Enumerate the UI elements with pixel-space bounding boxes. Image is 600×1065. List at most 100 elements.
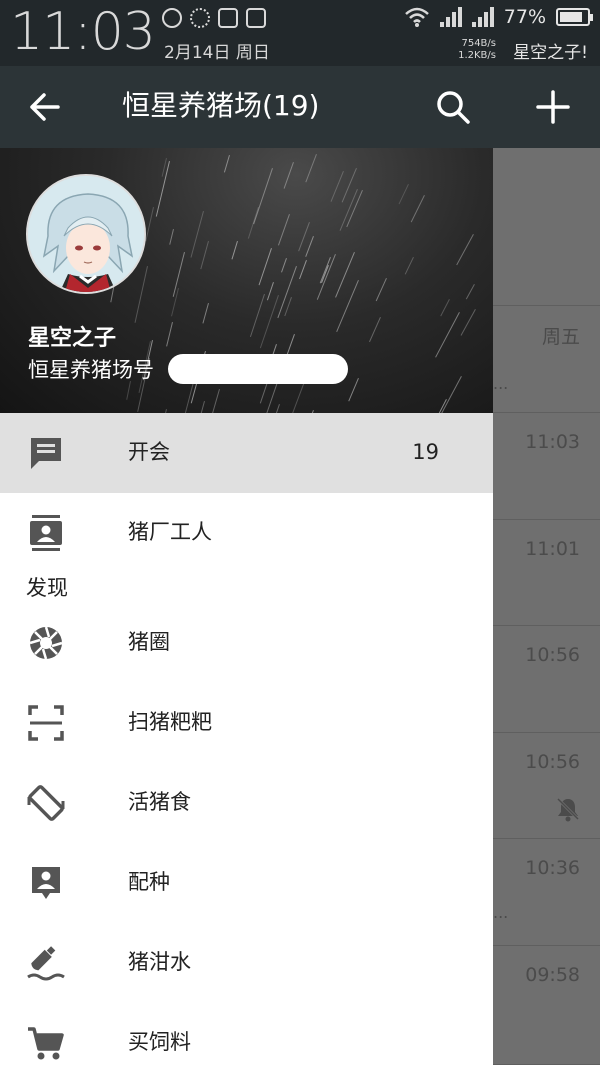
chat-time: 10:36 (525, 857, 580, 879)
star-streak (284, 296, 293, 316)
drawer-item-meeting[interactable]: 开会 19 (0, 413, 493, 493)
app-bar: 恒星养猪场(19) (0, 66, 600, 148)
chat-preview-ellipsis: ... (493, 903, 509, 922)
drift-bottle-icon (27, 946, 65, 981)
chat-row: 10:36 ... (493, 839, 600, 946)
avatar-image (28, 176, 144, 292)
speed-up: 1.2KB/s (458, 50, 496, 61)
drawer-item-label: 扫猪粑粑 (128, 710, 212, 734)
drawer-item-label: 买饲料 (128, 1030, 191, 1054)
star-streak (283, 161, 294, 189)
star-streak (281, 257, 288, 273)
cart-icon (28, 1027, 64, 1060)
chat-time: 10:56 (525, 751, 580, 773)
star-streak (305, 154, 318, 183)
notification-icons (162, 8, 266, 28)
star-streak (339, 188, 358, 232)
star-streak (261, 404, 280, 413)
navigation-drawer: 星空之子 恒星养猪场号 开会 19 猪厂工人 发现 猪圈 扫猪粑粑 活猪食 配种… (0, 148, 493, 1065)
star-streak (165, 322, 173, 348)
wifi-icon (404, 7, 429, 27)
drawer-item-shopping[interactable]: 买饲料 (0, 1003, 493, 1065)
chat-time: 09:58 (525, 964, 580, 986)
star-streak (410, 195, 425, 224)
star-streak (404, 257, 414, 275)
drawer-item-nearby[interactable]: 配种 (0, 843, 493, 923)
star-streak (172, 252, 185, 297)
screenshot-icon (218, 8, 238, 28)
drawer-item-label: 猪泔水 (128, 950, 191, 974)
star-streak (259, 294, 279, 348)
camera-aperture-icon (29, 626, 63, 660)
chat-row: 10:56 (493, 733, 600, 839)
star-streak (145, 207, 155, 242)
star-streak (455, 234, 474, 266)
star-streak (202, 303, 209, 324)
star-streak (398, 184, 410, 205)
unread-count: 19 (412, 440, 439, 464)
redaction-mark (168, 354, 348, 384)
star-streak (190, 210, 204, 258)
star-streak (298, 259, 307, 280)
chat-row: 11:01 (493, 520, 600, 626)
star-streak (199, 241, 209, 271)
battery-icon (556, 8, 593, 26)
star-streak (435, 312, 460, 358)
star-streak (258, 247, 273, 286)
star-streak (460, 309, 476, 337)
drawer-item-shake[interactable]: 活猪食 (0, 763, 493, 843)
section-title-discover: 发现 (26, 576, 68, 600)
star-streak (134, 265, 149, 323)
status-time: 11:03 (10, 2, 156, 62)
drawer-item-moments[interactable]: 猪圈 (0, 603, 493, 683)
drawer-header: 星空之子 恒星养猪场号 (0, 148, 493, 413)
chat-row (493, 148, 600, 306)
star-streak (330, 170, 345, 202)
arrow-back-icon[interactable] (22, 84, 68, 130)
drawer-item-label: 配种 (128, 870, 170, 894)
profile-id-label: 恒星养猪场号 (28, 358, 154, 382)
star-streak (266, 282, 274, 301)
speed-down: 754B/s (461, 38, 496, 49)
star-streak (305, 235, 315, 257)
chat-row: 09:58 (493, 946, 600, 1065)
star-streak (368, 317, 381, 343)
signal-icon-2 (471, 7, 494, 27)
star-streak (168, 228, 174, 245)
battery-percent: 77% (503, 6, 546, 28)
star-streak (249, 293, 265, 338)
star-streak (207, 388, 221, 413)
chat-row: 10:56 (493, 626, 600, 733)
chat-time: 周五 (541, 326, 580, 348)
star-streak (223, 155, 230, 173)
network-speed: 754B/s 1.2KB/s (458, 38, 496, 62)
drawer-item-label: 猪圈 (128, 630, 170, 654)
sim-icon (246, 8, 266, 28)
contacts-icon (30, 515, 62, 551)
scan-icon (28, 705, 64, 741)
star-streak (126, 381, 132, 401)
drawer-item-label: 活猪食 (128, 790, 191, 814)
signal-icon-1 (439, 7, 462, 27)
search-icon[interactable] (430, 84, 476, 130)
chat-time: 11:03 (525, 431, 580, 453)
chat-icon (31, 438, 61, 469)
drawer-item-workers[interactable]: 猪厂工人 (0, 493, 493, 573)
status-date: 2月14日 周日 (164, 43, 270, 63)
star-streak (200, 401, 205, 413)
drawer-item-drift-bottle[interactable]: 猪泔水 (0, 923, 493, 1003)
star-streak (278, 214, 291, 246)
drawer-item-scan[interactable]: 扫猪粑粑 (0, 683, 493, 763)
chat-preview-ellipsis: ... (493, 374, 509, 393)
status-right: 77% (404, 6, 593, 28)
avatar[interactable] (26, 174, 146, 294)
plus-icon[interactable] (530, 84, 576, 130)
star-streak (440, 298, 450, 316)
notification-icon (162, 8, 182, 28)
star-streak (466, 284, 476, 300)
chat-time: 11:01 (525, 538, 580, 560)
star-streak (231, 240, 239, 259)
star-streak (341, 168, 358, 204)
drawer-item-label: 开会 (128, 440, 170, 464)
star-streak (171, 287, 180, 317)
